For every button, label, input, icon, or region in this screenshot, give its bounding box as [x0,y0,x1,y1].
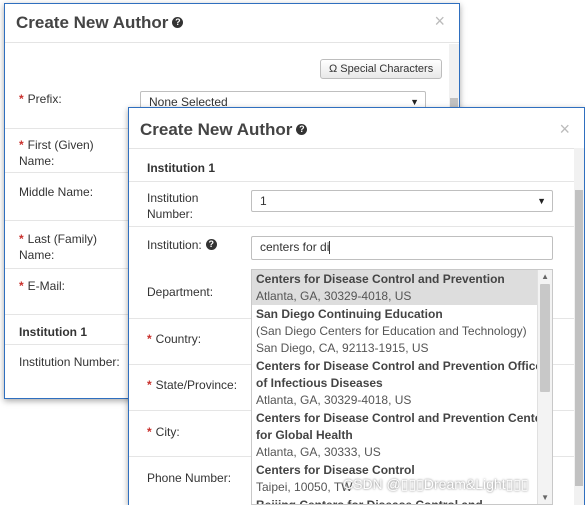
autocomplete-option[interactable]: Centers for Disease Control and Preventi… [252,270,552,305]
dialog-title: Create New Author? [140,120,308,140]
institution-label-text: Institution: [147,238,202,252]
autocomplete-items: Centers for Disease Control and Preventi… [252,270,552,504]
help-icon[interactable]: ? [172,17,184,29]
institution-label: Institution:? [147,237,217,253]
autocomplete-option-address: Atlanta, GA, 30329-4018, US [256,393,412,407]
last-name-label-text: Last (Family) Name: [19,232,98,262]
help-icon[interactable]: ? [296,124,308,136]
institution-autocomplete-list: Centers for Disease Control and Preventi… [251,269,553,505]
scrollbar-thumb[interactable] [575,190,583,486]
autocomplete-option[interactable]: San Diego Continuing Education (San Diego… [252,305,552,357]
last-name-label: * Last (Family) Name: [19,231,119,263]
help-icon[interactable]: ? [205,239,217,251]
city-label: * City: [147,424,180,440]
create-author-dialog: Create New Author? × Institution 1 Insti… [128,107,585,505]
autocomplete-option[interactable]: Centers for Disease Control and Preventi… [252,409,552,461]
chevron-up-icon[interactable]: ▲ [541,272,549,281]
dialog-header: Create New Author? × [129,108,584,149]
autocomplete-option-address: (San Diego Centers for Education and Tec… [256,324,527,338]
state-province-label-text: State/Province: [155,378,238,392]
state-province-label: * State/Province: [147,377,237,393]
required-star: * [19,92,24,106]
institution-section-heading: Institution 1 [147,161,215,175]
autocomplete-option-name: Centers for Disease Control and Preventi… [256,411,547,442]
institution-input[interactable]: centers for di [251,236,553,260]
close-icon[interactable]: × [434,12,445,30]
prefix-label-text: Prefix: [27,92,62,106]
email-label-text: E-Mail: [27,279,66,293]
prefix-label: * Prefix: [19,91,62,107]
watermark-text: CSDN @▯▯▯Dream&Light▯▯▯ [343,476,529,492]
autocomplete-option[interactable]: Centers for Disease Control and Preventi… [252,357,552,409]
scrollbar[interactable] [574,148,584,505]
department-label: Department: [147,285,214,299]
required-star: * [147,332,152,346]
dialog-title-text: Create New Author [140,120,293,139]
divider [129,226,574,227]
phone-number-label: Phone Number: [147,471,232,485]
dialog-title: Create New Author? [16,13,184,33]
autocomplete-option-address: San Diego, CA, 92113-1915, US [256,341,429,355]
first-name-label-text: First (Given) Name: [19,138,94,168]
autocomplete-scrollbar-thumb[interactable] [540,284,550,392]
email-label: * E-Mail: [19,278,65,294]
city-label-text: City: [155,425,180,439]
autocomplete-option-address: Atlanta, GA, 30333, US [256,445,381,459]
institution-number-label: Institution Number: [19,355,120,369]
institution-input-value: centers for di [260,240,330,254]
required-star: * [147,425,152,439]
middle-name-label: Middle Name: [19,185,94,199]
chevron-down-icon[interactable]: ▼ [541,493,549,502]
first-name-label: * First (Given) Name: [19,137,119,169]
divider [129,181,574,182]
text-cursor [329,241,331,255]
required-star: * [147,378,152,392]
required-star: * [19,138,24,152]
institution-number-label: Institution Number: [147,191,199,221]
dialog-header: Create New Author? × [5,4,459,43]
autocomplete-option-name: Centers for Disease Control and Preventi… [256,272,505,286]
required-star: * [19,232,24,246]
autocomplete-option-name: Centers for Disease Control and Preventi… [256,359,543,390]
institution-number-select[interactable]: 1 ▼ [251,190,553,212]
required-star: * [19,279,24,293]
dialog-title-text: Create New Author [16,13,169,32]
country-label: * Country: [147,331,201,347]
institution-number-value: 1 [260,194,267,208]
autocomplete-option-address: Atlanta, GA, 30329-4018, US [256,289,412,303]
chevron-down-icon: ▼ [537,196,546,206]
autocomplete-option-name: San Diego Continuing Education [256,307,443,321]
special-characters-button[interactable]: Ω Special Characters [320,59,443,79]
autocomplete-scrollbar[interactable]: ▲ ▼ [537,270,552,504]
close-icon[interactable]: × [559,120,570,138]
institution-section-heading: Institution 1 [19,325,87,339]
country-label-text: Country: [155,332,202,346]
